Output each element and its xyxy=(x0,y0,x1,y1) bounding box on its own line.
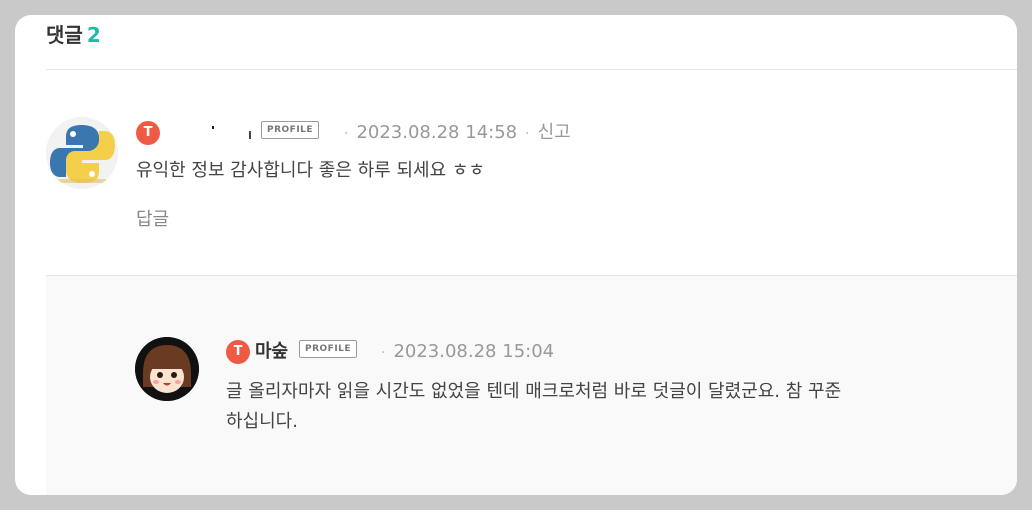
comment-date: 2023.08.28 14:58 xyxy=(356,122,518,143)
separator-dot: · xyxy=(381,345,386,361)
python-logo-icon xyxy=(46,117,118,189)
reply-date: 2023.08.28 15:04 xyxy=(393,341,555,362)
blog-badge-icon: T xyxy=(136,121,160,145)
comment-text: 유익한 정보 감사합니다 좋은 하루 되세요 ㅎㅎ xyxy=(136,160,485,181)
reply-meta: · 2023.08.28 15:04 xyxy=(373,340,554,365)
comments-card: 댓글 2 T PROFILE · 2023.08.28 14:58 · 신고 유익한 정… xyxy=(15,15,1017,495)
author-name-masked[interactable] xyxy=(165,121,259,143)
reply-text-line: 글 올리자마자 읽을 시간도 없었을 텐데 매크로처럼 바로 덧글이 달렸군요.… xyxy=(226,381,842,402)
profile-button[interactable]: PROFILE xyxy=(299,340,358,358)
divider xyxy=(46,69,1017,70)
blog-badge-icon: T xyxy=(226,340,250,364)
profile-button[interactable]: PROFILE xyxy=(261,121,320,139)
reply-button[interactable]: 답글 xyxy=(136,208,169,232)
cartoon-girl-icon xyxy=(135,337,199,401)
separator-dot: · xyxy=(344,126,349,142)
report-link[interactable]: 신고 xyxy=(538,122,571,143)
avatar[interactable] xyxy=(135,337,199,401)
separator-dot: · xyxy=(525,126,530,142)
avatar[interactable] xyxy=(46,117,118,189)
reply-text-line: 하십니다. xyxy=(226,411,298,432)
comments-heading: 댓글 2 xyxy=(46,23,101,47)
comments-count: 2 xyxy=(86,23,101,47)
comments-label: 댓글 xyxy=(46,23,83,47)
comment-meta: · 2023.08.28 14:58 · 신고 xyxy=(336,121,571,146)
reply-text: 글 올리자마자 읽을 시간도 없었을 텐데 매크로처럼 바로 덧글이 달렸군요.… xyxy=(226,377,841,437)
reply-author[interactable]: 마숲 xyxy=(255,340,288,364)
